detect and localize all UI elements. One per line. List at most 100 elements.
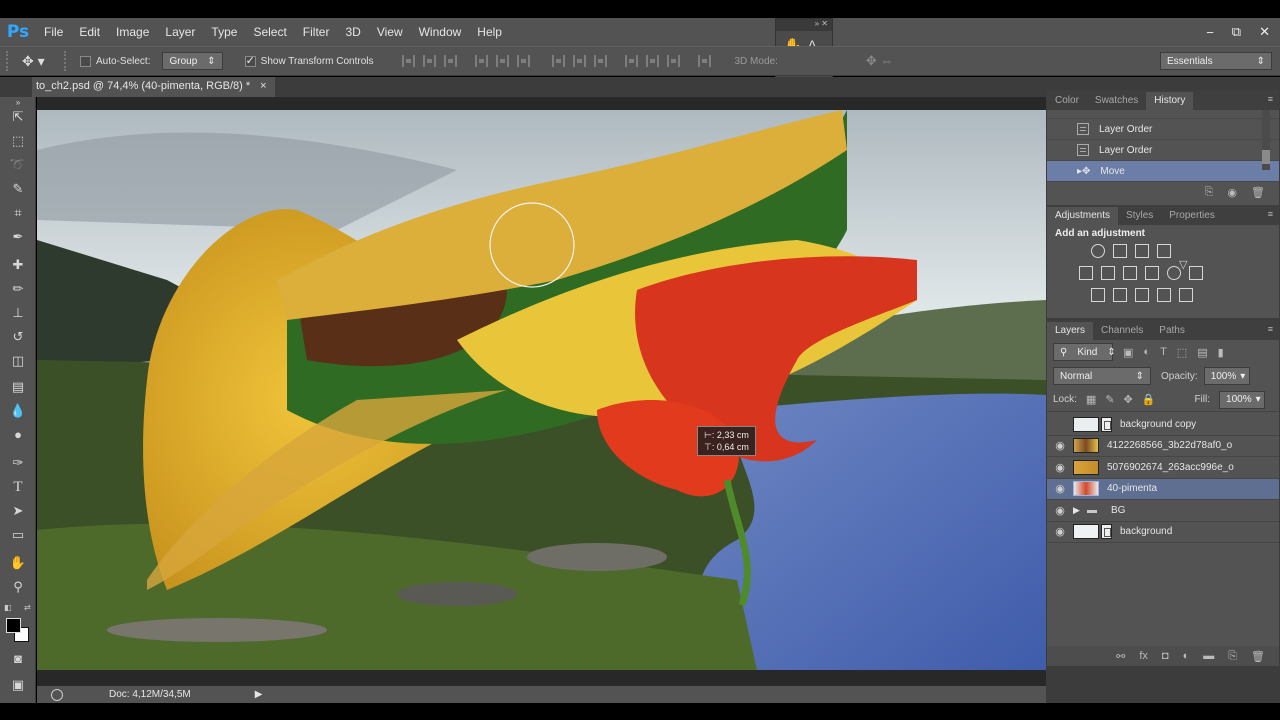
menu-type[interactable]: Type (203, 18, 245, 46)
visibility-eye-icon[interactable]: ◉ (1047, 461, 1073, 474)
filter-shape-icon[interactable]: ⬚ (1177, 346, 1187, 359)
align-hcenter-icon[interactable] (495, 55, 509, 67)
dodge-tool-icon[interactable]: ● (8, 425, 28, 445)
zoom-tool-icon[interactable]: ⚲ (8, 577, 28, 597)
panel-collapse-icon[interactable]: » ✕ (776, 19, 832, 31)
distribute-left-icon[interactable] (624, 55, 638, 67)
hue-saturation-icon[interactable] (1079, 266, 1093, 280)
3d-orbit-icon[interactable]: ✥ ⇔ (866, 53, 894, 69)
history-scroll-thumb[interactable] (1262, 150, 1270, 164)
toolbar-collapse-icon[interactable]: » (8, 99, 28, 107)
marquee-tool-icon[interactable]: ⬚ (8, 131, 28, 151)
minimize-icon[interactable]: − (1206, 25, 1214, 40)
blur-tool-icon[interactable]: 💧 (8, 401, 28, 421)
auto-select-dropdown[interactable]: Group ⇕ (162, 52, 223, 70)
threshold-icon[interactable] (1135, 288, 1149, 302)
curves-icon[interactable] (1135, 244, 1149, 258)
expand-group-icon[interactable]: ▶ (1073, 505, 1087, 516)
menu-window[interactable]: Window (411, 18, 470, 46)
distribute-top-icon[interactable] (551, 55, 565, 67)
link-layers-icon[interactable]: ⚯ (1116, 650, 1125, 663)
lasso-tool-icon[interactable]: ➰ (8, 155, 28, 175)
foreground-color-swatch[interactable] (6, 618, 21, 633)
layer-row[interactable]: background copy (1047, 414, 1279, 436)
align-left-icon[interactable] (474, 55, 488, 67)
tab-layers[interactable]: Layers (1047, 322, 1094, 340)
brightness-contrast-icon[interactable] (1091, 244, 1105, 258)
opacity-field[interactable]: 100% ▾ (1203, 367, 1250, 385)
status-icon[interactable] (51, 688, 63, 701)
quick-mask-icon[interactable]: ◙ (8, 649, 28, 669)
menu-view[interactable]: View (369, 18, 411, 46)
lock-pixels-icon[interactable]: ✎ (1105, 393, 1114, 406)
document-canvas[interactable]: ⊢: 2,33 cm ⊤: 0,64 cm (37, 110, 1046, 670)
menu-3d[interactable]: 3D (337, 18, 368, 46)
history-item-partial[interactable] (1047, 110, 1279, 119)
gradient-tool-icon[interactable]: ▤ (8, 377, 28, 397)
close-icon[interactable]: ✕ (1259, 24, 1270, 40)
tab-styles[interactable]: Styles (1118, 207, 1161, 225)
eyedropper-tool-icon[interactable]: ✒ (8, 227, 28, 247)
levels-icon[interactable] (1113, 244, 1127, 258)
visibility-eye-icon[interactable]: ◉ (1047, 525, 1073, 538)
rectangle-tool-icon[interactable]: ▭ (8, 525, 28, 545)
filter-pixel-icon[interactable]: ▣ (1123, 346, 1133, 359)
menu-help[interactable]: Help (469, 18, 510, 46)
lock-all-icon[interactable]: 🔒 (1142, 393, 1156, 406)
show-transform-box[interactable] (244, 54, 256, 67)
menu-select[interactable]: Select (245, 18, 294, 46)
menu-image[interactable]: Image (108, 18, 157, 46)
color-balance-icon[interactable] (1101, 266, 1115, 280)
pen-tool-icon[interactable]: ✑ (8, 453, 28, 473)
exposure-icon[interactable] (1157, 244, 1171, 258)
hand-tool-icon[interactable]: ✋ (8, 553, 28, 573)
selective-color-icon[interactable] (1157, 288, 1171, 302)
tab-swatches[interactable]: Swatches (1087, 92, 1146, 110)
delete-layer-icon[interactable]: 🗑 (1251, 650, 1265, 663)
clone-stamp-tool-icon[interactable]: ⊥ (8, 303, 28, 323)
tab-properties[interactable]: Properties (1161, 207, 1223, 225)
filter-toggle-icon[interactable]: ▮ (1218, 346, 1224, 359)
align-vcenter-icon[interactable] (422, 55, 436, 67)
move-tool-preset-icon[interactable]: ✥ ▾ (22, 53, 58, 70)
menu-filter[interactable]: Filter (295, 18, 338, 46)
trash-icon[interactable]: 🗑 (1251, 186, 1265, 199)
auto-align-icon[interactable] (697, 55, 711, 67)
align-bottom-icon[interactable] (443, 55, 457, 67)
distribute-right-icon[interactable] (666, 55, 680, 67)
healing-brush-tool-icon[interactable]: ✚ (8, 255, 28, 275)
distribute-hcenter-icon[interactable] (645, 55, 659, 67)
show-transform-checkbox[interactable]: Show Transform Controls (244, 54, 374, 67)
posterize-icon[interactable] (1113, 288, 1127, 302)
history-item[interactable]: Layer Order (1047, 140, 1279, 161)
close-tab-icon[interactable]: × (260, 80, 266, 97)
new-group-icon[interactable]: ▬ (1203, 650, 1214, 662)
tab-channels[interactable]: Channels (1093, 322, 1151, 340)
move-tool-icon[interactable]: ⇱ (8, 107, 28, 127)
filter-smart-object-icon[interactable]: ▤ (1197, 346, 1207, 359)
new-document-from-state-icon[interactable]: ⎘ (1205, 186, 1214, 199)
panel-menu-icon[interactable]: ≡ (1268, 94, 1273, 104)
document-tab[interactable]: to_ch2.psd @ 74,4% (40-pimenta, RGB/8) *… (32, 77, 275, 97)
layer-group-row[interactable]: ◉ ▶ ▬ BG (1047, 500, 1279, 522)
tab-paths[interactable]: Paths (1151, 322, 1193, 340)
black-white-icon[interactable] (1123, 266, 1137, 280)
layer-row[interactable]: ◉ 5076902674_263acc996e_o (1047, 457, 1279, 479)
quick-select-tool-icon[interactable]: ✎ (8, 179, 28, 199)
status-menu-arrow-icon[interactable]: ▶ (255, 689, 263, 700)
snapshot-icon[interactable]: ◉ (1227, 186, 1237, 199)
layer-row[interactable]: ◉ 4122268566_3b22d78af0_o (1047, 436, 1279, 457)
restore-icon[interactable]: ⧉ (1232, 24, 1241, 40)
align-right-icon[interactable] (516, 55, 530, 67)
layer-row-selected[interactable]: ◉ 40-pimenta (1047, 478, 1279, 500)
lock-position-icon[interactable]: ✥ (1124, 393, 1133, 406)
layer-filter-dropdown[interactable]: ⚲ Kind ⇕ (1053, 343, 1116, 361)
layer-style-icon[interactable]: fx (1139, 650, 1148, 662)
gradient-map-icon[interactable] (1179, 288, 1193, 302)
lock-transparent-icon[interactable]: ▦ (1086, 393, 1096, 406)
add-mask-icon[interactable]: ◘ (1162, 650, 1169, 662)
swap-colors-icon[interactable]: ⇄ (24, 603, 31, 612)
workspace-dropdown[interactable]: Essentials ⇕ (1160, 52, 1272, 70)
crop-tool-icon[interactable]: ⌗ (8, 203, 28, 223)
menu-edit[interactable]: Edit (71, 18, 108, 46)
